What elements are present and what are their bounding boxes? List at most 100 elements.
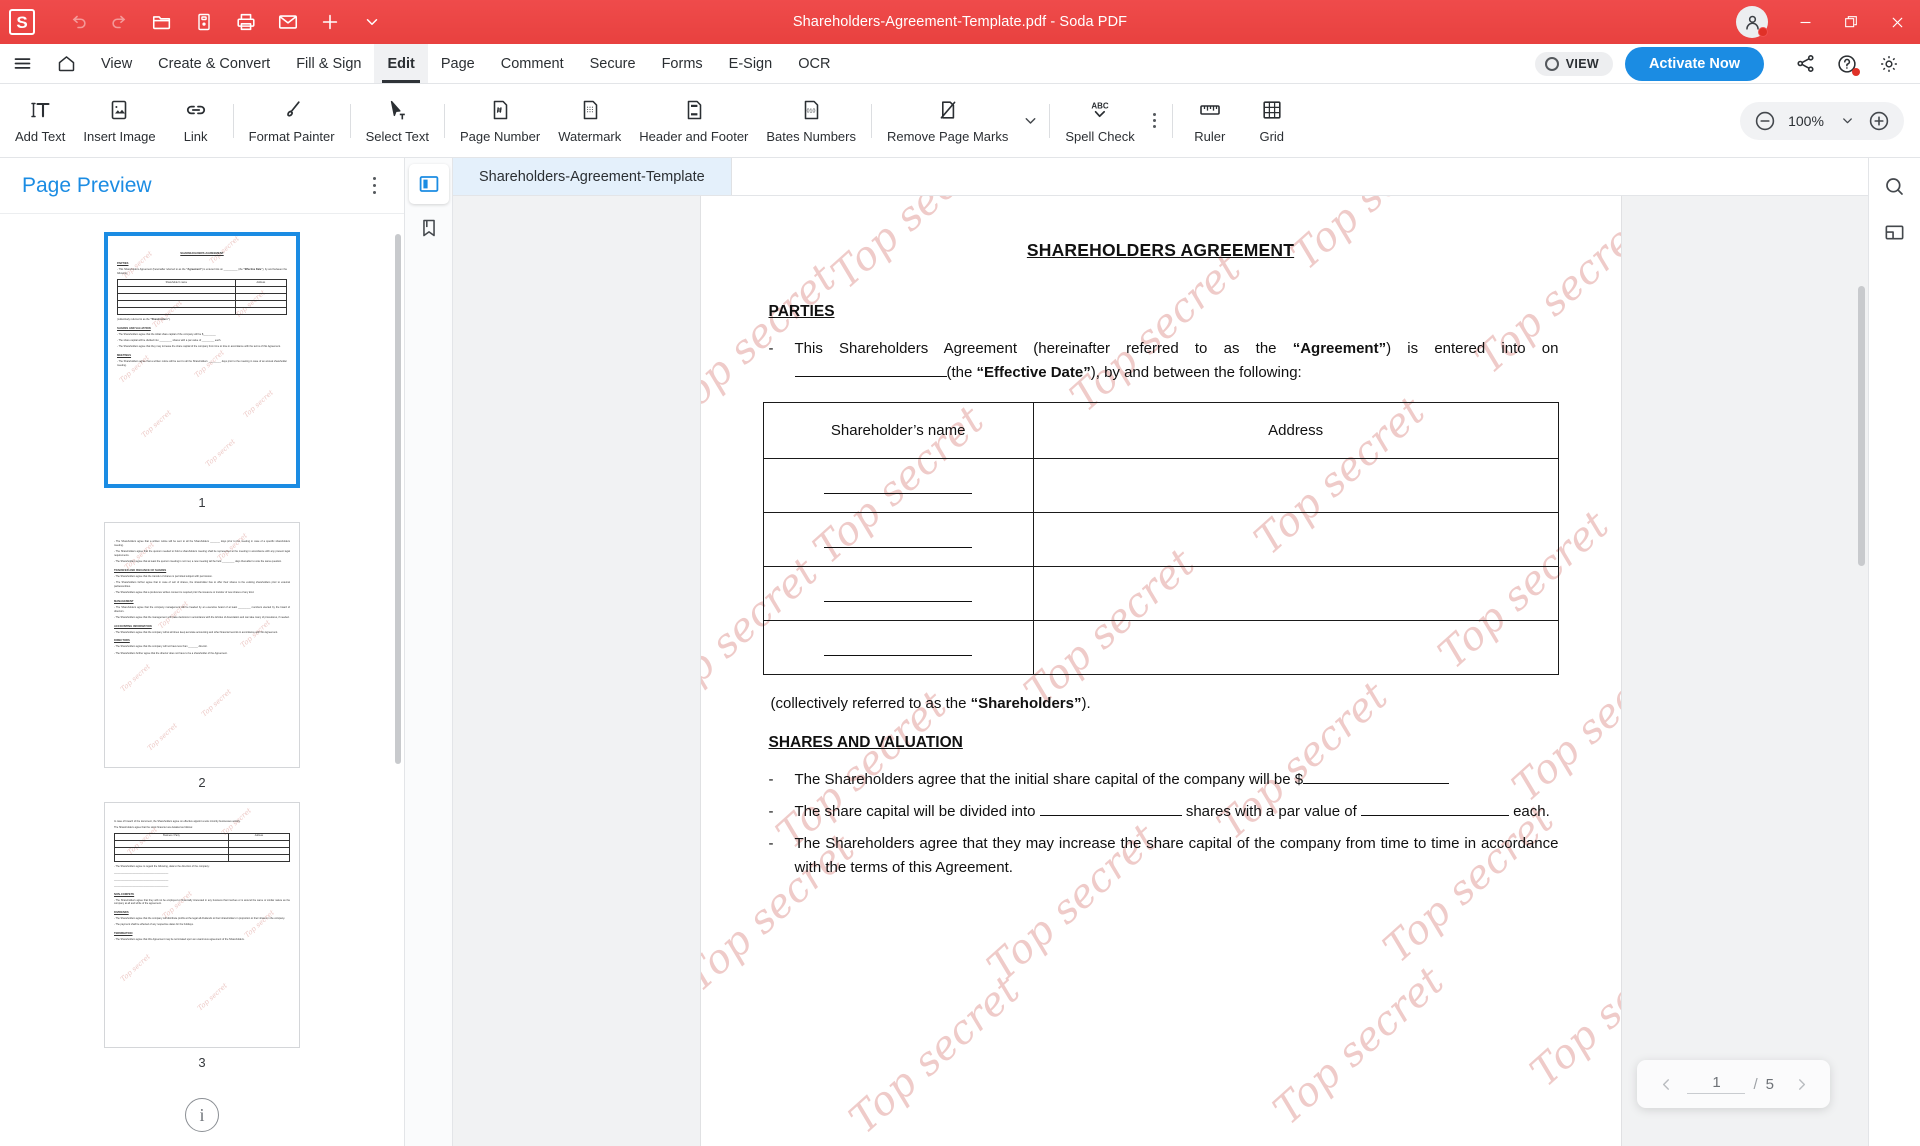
- menu-item-fill-sign[interactable]: Fill & Sign: [283, 44, 374, 83]
- chevron-left-icon[interactable]: [1651, 1070, 1681, 1098]
- thumbnail-page-2[interactable]: Top secret Top secret Top secret Top secre…: [104, 522, 300, 768]
- thumbnail-item[interactable]: Top secret Top secret Top secret Top secre…: [0, 802, 404, 1070]
- menu-item-forms[interactable]: Forms: [649, 44, 716, 83]
- zoom-preset-chevron-down-icon[interactable]: [1834, 108, 1860, 134]
- maximize-icon[interactable]: [1828, 0, 1874, 44]
- page-preview-title: Page Preview: [22, 173, 152, 197]
- shareholders-table[interactable]: Shareholder’s name Address: [762, 401, 1559, 675]
- account-avatar[interactable]: [1736, 6, 1768, 38]
- table-cell-name[interactable]: [762, 565, 1034, 621]
- hamburger-icon[interactable]: [0, 44, 44, 83]
- pdf-page-content: SHAREHOLDERS AGREEMENT PARTIES - This Sh…: [762, 240, 1559, 881]
- canvas-scrollbar[interactable]: [1858, 286, 1865, 566]
- thumbnail-list[interactable]: Top secret Top secret Top secret Top secre…: [0, 214, 404, 1146]
- info-icon[interactable]: i: [185, 1098, 219, 1132]
- page-number-label: Page Number: [459, 128, 541, 144]
- ruler-tool[interactable]: Ruler: [1179, 87, 1241, 155]
- document-canvas[interactable]: Top secret Top secret Top secret Top sec…: [453, 196, 1868, 1146]
- document-tab[interactable]: Shareholders-Agreement-Template: [453, 158, 732, 195]
- view-toggle-label: VIEW: [1565, 56, 1599, 71]
- insert-image-label: Insert Image: [83, 128, 156, 144]
- page-preview-more-vertical-icon[interactable]: [367, 171, 383, 201]
- ribbon-more-vertical-icon[interactable]: [1144, 96, 1166, 146]
- envelope-icon[interactable]: [267, 4, 309, 40]
- redo-icon[interactable]: [99, 4, 141, 40]
- plus-icon[interactable]: [309, 4, 351, 40]
- home-icon[interactable]: [44, 44, 88, 83]
- add-text-tool[interactable]: Add Text: [6, 87, 74, 155]
- menu-item-edit[interactable]: Edit: [374, 44, 428, 83]
- thumbnail-content: SHAREHOLDERS AGREEMENT PARTIES - This Sh…: [117, 251, 288, 367]
- thumbnail-item[interactable]: Top secret Top secret Top secret Top secre…: [0, 232, 404, 510]
- menu-item-esign[interactable]: E-Sign: [716, 44, 786, 83]
- table-cell-address[interactable]: [1032, 565, 1559, 621]
- table-row[interactable]: [762, 565, 1559, 621]
- table-cell-name[interactable]: [762, 619, 1034, 675]
- minimize-icon[interactable]: [1782, 0, 1828, 44]
- view-mode-icon[interactable]: [1875, 212, 1915, 252]
- table-cell-address[interactable]: [1032, 511, 1559, 567]
- gear-icon[interactable]: [1870, 45, 1908, 83]
- current-page-input[interactable]: 1: [1687, 1074, 1746, 1094]
- thumbnail-number: 3: [198, 1055, 206, 1070]
- table-row[interactable]: [762, 457, 1559, 513]
- undo-icon[interactable]: [57, 4, 99, 40]
- chevron-right-icon[interactable]: [1786, 1070, 1816, 1098]
- thumbnail-page-3[interactable]: Top secret Top secret Top secret Top secre…: [104, 802, 300, 1048]
- table-cell-name[interactable]: [762, 457, 1034, 513]
- header-footer-label: Header and Footer: [639, 128, 749, 144]
- zoom-out-icon[interactable]: [1752, 108, 1778, 134]
- close-icon[interactable]: [1874, 0, 1920, 44]
- document-area: Shareholders-Agreement-Template Top secr…: [453, 158, 1868, 1146]
- activate-now-button[interactable]: Activate Now: [1624, 46, 1764, 81]
- shares-text-2c: each.: [1513, 802, 1550, 820]
- search-icon[interactable]: [1875, 166, 1915, 206]
- pdf-page[interactable]: Top secret Top secret Top secret Top sec…: [700, 196, 1621, 1146]
- spell-check-label: Spell Check: [1065, 128, 1135, 144]
- table-cell-address[interactable]: [1032, 619, 1559, 675]
- folder-open-icon[interactable]: [141, 4, 183, 40]
- spell-check-tool[interactable]: ABC Spell Check: [1056, 87, 1143, 155]
- menu-item-page[interactable]: Page: [428, 44, 488, 83]
- menu-item-view[interactable]: View: [88, 44, 145, 83]
- grid-tool[interactable]: Grid: [1241, 87, 1303, 155]
- remove-page-marks-tool[interactable]: Remove Page Marks: [878, 87, 1017, 155]
- panel-left-icon[interactable]: [408, 164, 449, 204]
- right-side-rail: [1868, 158, 1920, 1146]
- thumbnail-item[interactable]: Top secret Top secret Top secret Top secre…: [0, 522, 404, 790]
- header-footer-icon: [682, 98, 706, 122]
- bookmark-icon[interactable]: [409, 208, 449, 248]
- table-cell-name[interactable]: [762, 511, 1034, 567]
- help-icon[interactable]: [1828, 45, 1866, 83]
- table-row[interactable]: [762, 511, 1559, 567]
- sidebar-scrollbar[interactable]: [395, 234, 401, 764]
- quick-access-more-icon[interactable]: [351, 4, 393, 40]
- menu-item-ocr[interactable]: OCR: [785, 44, 843, 83]
- view-toggle-button[interactable]: VIEW: [1534, 51, 1613, 76]
- zoom-in-icon[interactable]: [1866, 108, 1892, 134]
- ribbon-separator: [443, 103, 445, 138]
- menu-item-secure[interactable]: Secure: [577, 44, 649, 83]
- menu-item-create-convert[interactable]: Create & Convert: [145, 44, 283, 83]
- zoom-value[interactable]: 100%: [1784, 113, 1828, 129]
- print-icon[interactable]: [225, 4, 267, 40]
- page-number-tool[interactable]: Page Number: [451, 87, 549, 155]
- save-icon[interactable]: [183, 4, 225, 40]
- thumbnail-page-1[interactable]: Top secret Top secret Top secret Top secre…: [104, 232, 300, 488]
- share-icon[interactable]: [1786, 45, 1824, 83]
- table-row[interactable]: [762, 619, 1559, 675]
- ribbon-overflow-caret-icon[interactable]: [1017, 96, 1043, 146]
- thumbnail-content: In case of breach of the document, the S…: [114, 820, 291, 942]
- bates-numbers-tool[interactable]: 010 Bates Numbers: [757, 87, 865, 155]
- select-text-tool[interactable]: Select Text: [357, 87, 438, 155]
- format-painter-tool[interactable]: Format Painter: [240, 87, 344, 155]
- total-pages: 5: [1765, 1075, 1774, 1093]
- link-tool[interactable]: Link: [165, 87, 227, 155]
- insert-image-tool[interactable]: Insert Image: [74, 87, 164, 155]
- table-cell-address[interactable]: [1032, 457, 1559, 513]
- table-header-row: Shareholder’s name Address: [762, 401, 1559, 459]
- watermark-tool[interactable]: Watermark: [549, 87, 630, 155]
- menu-item-comment[interactable]: Comment: [488, 44, 577, 83]
- header-footer-tool[interactable]: Header and Footer: [630, 87, 757, 155]
- remove-page-marks-icon: [936, 98, 960, 122]
